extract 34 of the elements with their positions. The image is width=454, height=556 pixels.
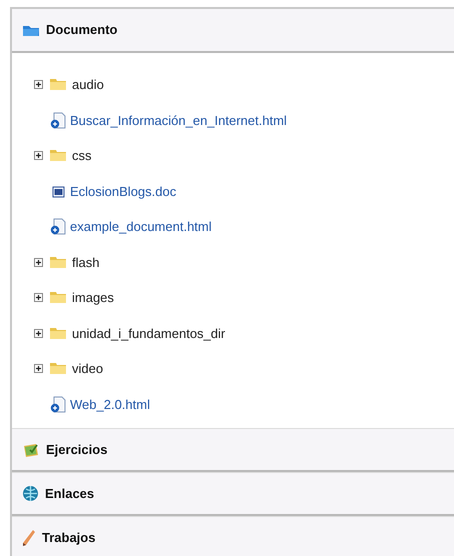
globe-icon (22, 485, 39, 502)
folder-icon (49, 256, 67, 269)
expand-toggle[interactable] (34, 258, 43, 267)
accordion-header[interactable]: Enlaces (12, 472, 454, 516)
accordion-header[interactable]: Ejercicios (12, 428, 454, 472)
expand-toggle[interactable] (34, 151, 43, 160)
folder-label[interactable]: video (72, 359, 104, 378)
folder-icon (49, 326, 67, 340)
document-icon (52, 184, 64, 198)
expand-toggle[interactable] (34, 293, 43, 302)
folder-label[interactable]: audio (72, 75, 104, 94)
folder-label[interactable]: css (72, 146, 92, 166)
folder-icon (49, 149, 67, 162)
accordion-header[interactable]: Documento (12, 9, 454, 53)
folder-label[interactable]: images (72, 288, 114, 308)
expand-toggle[interactable] (34, 80, 43, 90)
expand-toggle[interactable] (34, 328, 43, 338)
accordion-header[interactable]: Trabajos (12, 516, 454, 556)
document-icon (50, 218, 66, 236)
document-icon (50, 396, 66, 413)
file-link[interactable]: Buscar_Información_en_Internet.html (70, 110, 287, 130)
folder-icon (49, 78, 67, 92)
file-link[interactable]: EclosionBlogs.doc (70, 182, 176, 201)
folder-icon (49, 362, 67, 376)
folder-label[interactable]: flash (72, 252, 100, 272)
notebook-icon (22, 442, 40, 458)
file-link[interactable]: example_document.html (70, 217, 212, 236)
folder-icon (49, 291, 67, 304)
folder-label[interactable]: unidad_i_fundamentos_dir (72, 324, 226, 343)
folder-icon (22, 23, 40, 37)
expand-toggle[interactable] (34, 364, 43, 374)
file-link[interactable]: Web_2.0.html (70, 394, 150, 414)
pencil-icon (22, 528, 36, 546)
document-icon (50, 112, 66, 129)
